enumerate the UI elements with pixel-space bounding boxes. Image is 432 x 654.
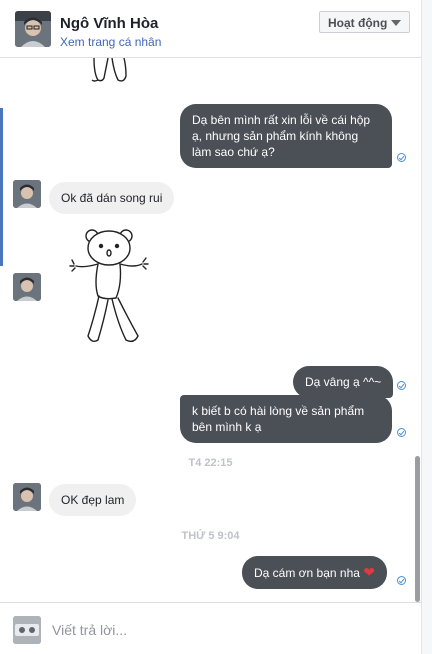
sticker-fragment	[91, 58, 127, 82]
message-text: k biết b có hài lòng về sản phẩm bên mìn…	[192, 404, 365, 434]
contact-avatar-small[interactable]	[13, 273, 41, 301]
message-bubble-outgoing[interactable]: k biết b có hài lòng về sản phẩm bên mìn…	[180, 395, 392, 443]
reply-input[interactable]	[52, 619, 402, 641]
message-bubble-incoming[interactable]: OK đẹp lam	[49, 484, 137, 516]
chevron-down-icon	[391, 20, 401, 26]
seen-check-icon	[397, 576, 406, 585]
timestamp-divider: T4 22:15	[188, 457, 233, 469]
status-label: Hoạt động	[328, 16, 388, 30]
status-dropdown-button[interactable]: Hoạt động	[319, 11, 410, 33]
bear-sticker[interactable]	[68, 224, 154, 350]
message-text: OK đẹp lam	[61, 493, 125, 507]
contact-avatar-small[interactable]	[13, 180, 41, 208]
message-text: Dạ bên mình rất xin lỗi về cái hộp ạ, nh…	[192, 113, 371, 159]
my-avatar	[13, 616, 41, 644]
message-thread[interactable]: Dạ bên mình rất xin lỗi về cái hộp ạ, nh…	[0, 58, 421, 602]
chat-header: Ngô Vĩnh Hòa Xem trang cá nhân Hoạt động	[0, 0, 421, 58]
message-bubble-outgoing[interactable]: Dạ cám ơn bạn nha ❤	[242, 556, 388, 589]
contact-avatar-small[interactable]	[13, 483, 41, 511]
message-bubble-outgoing[interactable]: Dạ vâng ạ ^^~	[293, 366, 394, 398]
seen-check-icon	[397, 153, 406, 162]
message-text: Dạ cám ơn bạn nha	[254, 566, 360, 580]
message-bubble-outgoing[interactable]: Dạ bên mình rất xin lỗi về cái hộp ạ, nh…	[180, 104, 392, 168]
reply-composer	[0, 602, 421, 654]
message-text: Dạ vâng ạ ^^~	[305, 375, 382, 389]
message-text: Ok đã dán song rui	[61, 191, 163, 205]
timestamp-divider: THỨ 5 9:04	[181, 530, 240, 542]
seen-check-icon	[397, 428, 406, 437]
view-profile-link[interactable]: Xem trang cá nhân	[60, 35, 161, 49]
heart-emoji-icon: ❤	[363, 564, 376, 580]
message-bubble-incoming[interactable]: Ok đã dán song rui	[49, 182, 175, 214]
thread-scrollbar[interactable]	[415, 456, 420, 602]
right-edge-panel	[421, 0, 432, 654]
seen-check-icon	[397, 381, 406, 390]
contact-avatar[interactable]	[15, 11, 51, 47]
contact-name[interactable]: Ngô Vĩnh Hòa	[60, 15, 158, 32]
